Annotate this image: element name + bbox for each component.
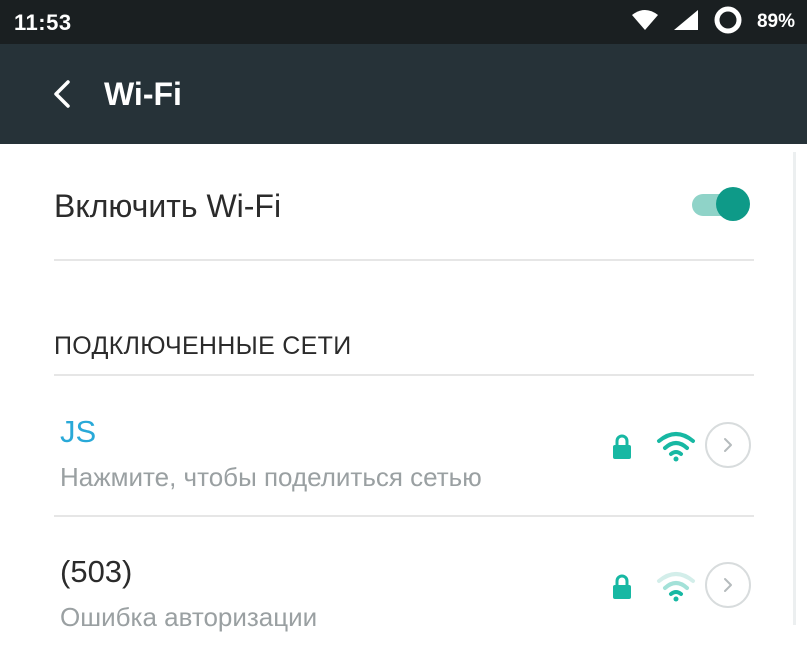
status-bar: 11:53 89% bbox=[0, 0, 807, 44]
status-time: 11:53 bbox=[14, 10, 72, 35]
scrollbar[interactable] bbox=[793, 152, 796, 625]
network-name: (503) bbox=[60, 554, 133, 589]
network-details-button[interactable] bbox=[705, 562, 751, 608]
divider bbox=[54, 259, 754, 261]
page-title: Wi-Fi bbox=[104, 76, 182, 112]
divider bbox=[54, 374, 754, 376]
network-status: Ошибка авторизации bbox=[60, 602, 318, 632]
divider bbox=[54, 515, 754, 517]
lock-icon bbox=[613, 574, 631, 599]
chevron-left-icon bbox=[54, 80, 70, 108]
cell-signal-icon bbox=[673, 9, 699, 36]
wifi-signal-icon bbox=[657, 572, 695, 602]
lock-icon bbox=[613, 434, 631, 459]
back-button[interactable] bbox=[40, 72, 84, 116]
app-bar: Wi-Fi bbox=[0, 44, 807, 144]
network-name: JS bbox=[60, 414, 97, 449]
connected-networks-header: ПОДКЛЮЧЕННЫЕ СЕТИ bbox=[54, 332, 352, 360]
wifi-toggle-switch[interactable] bbox=[690, 186, 752, 222]
wifi-signal-icon bbox=[657, 432, 695, 462]
switch-thumb bbox=[716, 187, 750, 221]
network-status: Нажмите, чтобы поделиться сетью bbox=[60, 462, 482, 492]
status-icons: 89% bbox=[631, 5, 795, 40]
network-details-button[interactable] bbox=[705, 422, 751, 468]
battery-ring-icon bbox=[713, 5, 743, 40]
wifi-icon bbox=[631, 9, 659, 36]
chevron-right-icon bbox=[724, 578, 732, 592]
battery-percentage: 89% bbox=[756, 11, 795, 32]
wifi-toggle-row[interactable]: Включить Wi-Fi bbox=[0, 146, 790, 260]
chevron-right-icon bbox=[724, 438, 732, 452]
network-row-503[interactable]: (503) Ошибка авторизации bbox=[0, 518, 790, 658]
wifi-toggle-label: Включить Wi-Fi bbox=[54, 188, 282, 224]
network-row-js[interactable]: JS Нажмите, чтобы поделиться сетью bbox=[0, 378, 790, 518]
